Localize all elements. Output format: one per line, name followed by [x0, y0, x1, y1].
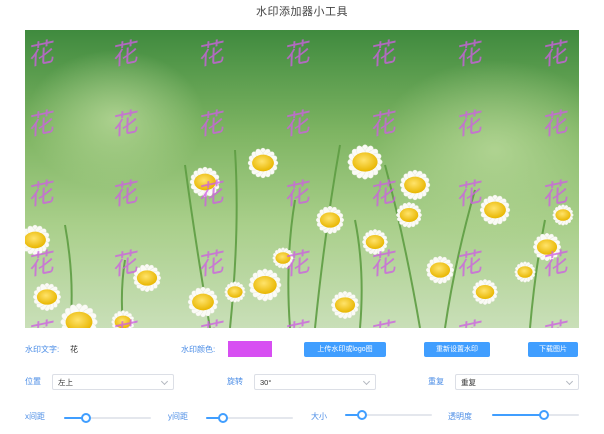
daisy-flower — [399, 169, 431, 201]
watermark-canvas: 花花花花花花花花花花花花花花花花花花花花花花花花花花花花花花花花花花花 — [25, 30, 579, 328]
repeat-select[interactable]: 重复 — [455, 374, 579, 390]
watermark-text-input[interactable]: 花 — [70, 344, 78, 356]
y-gap-label: y间距 — [168, 412, 188, 421]
slider-thumb[interactable] — [80, 413, 91, 423]
reset-watermark-button[interactable]: 重新设置水印 — [424, 342, 490, 357]
slider-thumb[interactable] — [357, 410, 368, 420]
position-value: 左上 — [58, 378, 73, 387]
daisy-flower — [472, 279, 498, 305]
daisy-flower — [247, 147, 279, 179]
chevron-down-icon — [362, 377, 371, 386]
download-image-button[interactable]: 下载图片 — [528, 342, 578, 357]
daisy-flower — [362, 229, 388, 255]
x-gap-slider[interactable] — [64, 413, 151, 423]
daisy-flower — [224, 281, 246, 303]
position-select[interactable]: 左上 — [52, 374, 174, 390]
daisy-flower — [315, 205, 345, 235]
y-gap-slider[interactable] — [206, 413, 293, 423]
repeat-value: 重复 — [461, 378, 476, 387]
rotate-label: 旋转 — [227, 377, 243, 386]
daisy-flower — [248, 268, 282, 302]
repeat-label: 重复 — [428, 377, 444, 386]
position-label: 位置 — [25, 377, 41, 386]
size-slider[interactable] — [345, 410, 432, 420]
rotate-select[interactable]: 30° — [254, 374, 376, 390]
watermark-color-picker[interactable] — [228, 341, 272, 357]
daisy-flower — [32, 282, 62, 312]
daisy-flower — [132, 263, 162, 293]
app-title: 水印添加器小工具 — [256, 6, 348, 18]
size-label: 大小 — [311, 412, 327, 421]
slider-thumb[interactable] — [539, 410, 550, 420]
daisy-flower — [189, 166, 221, 198]
chevron-down-icon — [565, 377, 574, 386]
watermark-color-label: 水印颜色: — [181, 345, 216, 354]
daisy-flower — [532, 232, 562, 262]
daisy-flower — [187, 286, 219, 318]
flower-photo — [25, 30, 579, 328]
opacity-label: 透明度 — [448, 412, 472, 421]
chevron-down-icon — [160, 377, 169, 386]
opacity-slider[interactable] — [492, 410, 579, 420]
daisy-flower — [479, 194, 511, 226]
rotate-value: 30° — [260, 378, 272, 387]
daisy-flower — [330, 290, 360, 320]
daisy-flower — [347, 144, 383, 180]
upload-watermark-button[interactable]: 上传水印或logo图 — [304, 342, 386, 357]
daisy-flower — [514, 261, 536, 283]
slider-thumb[interactable] — [218, 413, 229, 423]
daisy-flower — [396, 202, 422, 228]
daisy-flower — [425, 255, 455, 285]
daisy-flower — [272, 247, 294, 269]
watermark-text-label: 水印文字: — [25, 345, 60, 354]
x-gap-label: x间距 — [25, 412, 45, 421]
daisy-flower — [552, 204, 574, 226]
